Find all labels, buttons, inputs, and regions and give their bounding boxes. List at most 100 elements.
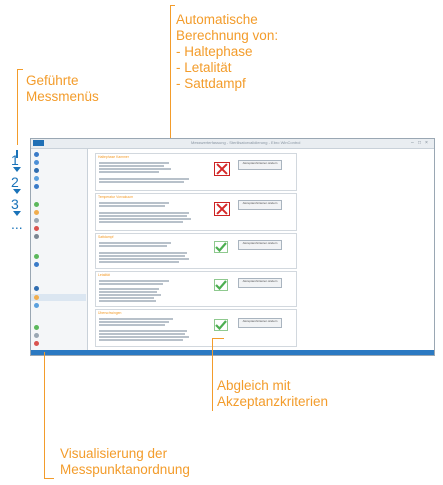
sidebar-item[interactable] bbox=[34, 234, 41, 240]
sidebar-icon bbox=[34, 262, 39, 267]
sidebar-icon bbox=[34, 218, 39, 223]
sidebar-item[interactable] bbox=[34, 286, 41, 292]
result-card: Überschwingen Akzeptanzkriterien ändern bbox=[95, 309, 297, 347]
text-line bbox=[99, 212, 189, 214]
acceptance-criteria-button[interactable]: Akzeptanzkriterien ändern bbox=[238, 318, 282, 328]
calc-callout: Automatische Berechnung von: - Haltephas… bbox=[176, 12, 278, 92]
pass-check-icon bbox=[214, 279, 228, 291]
sidebar-icon bbox=[34, 226, 39, 231]
result-card: Haltephase Kammer Akzeptanzkriterien änd… bbox=[95, 153, 297, 191]
visual-line-1: Visualisierung der bbox=[60, 446, 168, 461]
sidebar-item[interactable] bbox=[34, 262, 41, 268]
step-2: 2 bbox=[11, 174, 19, 190]
sidebar-icon bbox=[34, 176, 39, 181]
acceptance-criteria-button[interactable]: Akzeptanzkriterien ändern bbox=[238, 200, 282, 210]
text-line bbox=[99, 300, 156, 302]
text-line bbox=[99, 255, 185, 257]
calc-line-4: - Letalität bbox=[176, 60, 232, 75]
sidebar-icon bbox=[34, 168, 39, 173]
accept-line-2: Akzeptanzkriterien bbox=[217, 394, 329, 409]
text-line bbox=[99, 291, 157, 293]
sidebar-item[interactable] bbox=[34, 218, 41, 224]
sidebar-item[interactable] bbox=[34, 176, 41, 182]
sidebar-item[interactable] bbox=[34, 168, 41, 174]
text-line bbox=[99, 162, 169, 164]
text-line bbox=[99, 324, 165, 326]
sidebar-item[interactable] bbox=[34, 152, 41, 158]
acceptance-criteria-button[interactable]: Akzeptanzkriterien ändern bbox=[238, 240, 282, 250]
pass-check-icon bbox=[214, 241, 228, 253]
minimize-icon[interactable]: – bbox=[411, 140, 414, 146]
fail-icon bbox=[214, 202, 230, 216]
accept-line-1: Abgleich mit bbox=[217, 378, 291, 393]
sidebar-item[interactable] bbox=[34, 202, 41, 208]
pass-check-icon bbox=[214, 319, 228, 331]
text-line bbox=[99, 280, 169, 282]
step-3: 3 bbox=[11, 196, 19, 212]
card-header: Temperatur Vorvakuum bbox=[98, 195, 134, 199]
text-line bbox=[99, 333, 185, 335]
calc-line-3: - Haltephase bbox=[176, 44, 253, 59]
sidebar-item[interactable] bbox=[34, 295, 41, 301]
text-line bbox=[99, 245, 167, 247]
sidebar-icon bbox=[34, 202, 39, 207]
text-line bbox=[99, 181, 184, 183]
menus-line-2: Messmenüs bbox=[26, 89, 99, 104]
text-line bbox=[99, 294, 161, 296]
text-line bbox=[99, 168, 171, 170]
step-more: ... bbox=[11, 216, 23, 232]
sidebar-icon bbox=[34, 286, 39, 291]
app-window: Messwerterfassung - Sterilisatorvalidier… bbox=[30, 138, 435, 356]
sidebar-item[interactable] bbox=[34, 333, 41, 339]
text-line bbox=[99, 178, 189, 180]
menus-callout-line bbox=[17, 69, 18, 145]
sidebar-icon bbox=[34, 333, 39, 338]
text-line bbox=[99, 283, 163, 285]
calc-line-2: Berechnung von: bbox=[176, 28, 279, 43]
results-panel: Haltephase Kammer Akzeptanzkriterien änd… bbox=[91, 151, 431, 347]
fail-icon bbox=[214, 162, 230, 176]
sidebar-icon bbox=[34, 341, 39, 346]
sidebar-item[interactable] bbox=[34, 254, 41, 260]
title-bar: Messwerterfassung - Sterilisatorvalidier… bbox=[31, 139, 434, 149]
sidebar-item[interactable] bbox=[34, 226, 41, 232]
sidebar-item[interactable] bbox=[34, 325, 41, 331]
text-line bbox=[99, 339, 183, 341]
maximize-icon[interactable]: □ bbox=[418, 140, 421, 146]
step-1: 1 bbox=[11, 152, 19, 168]
step-arrow-icon bbox=[13, 167, 21, 172]
sidebar bbox=[31, 149, 88, 352]
sidebar-icon bbox=[34, 184, 39, 189]
acceptance-criteria-button[interactable]: Akzeptanzkriterien ändern bbox=[238, 278, 282, 288]
sidebar-item[interactable] bbox=[34, 303, 41, 309]
text-line bbox=[99, 318, 173, 320]
text-line bbox=[99, 242, 171, 244]
acceptance-criteria-button[interactable]: Akzeptanzkriterien ändern bbox=[238, 160, 282, 170]
text-line bbox=[99, 252, 187, 254]
card-header: Überschwingen bbox=[98, 311, 122, 315]
sidebar-item[interactable] bbox=[34, 341, 41, 347]
result-card: Temperatur Vorvakuum Akzeptanzkriterien … bbox=[95, 193, 297, 231]
text-line bbox=[99, 218, 191, 220]
text-line bbox=[99, 330, 187, 332]
text-line bbox=[99, 297, 154, 299]
sidebar-icon bbox=[34, 325, 39, 330]
result-card: Sattdampf Akzeptanzkriterien ändern bbox=[95, 233, 297, 269]
app-icon bbox=[33, 140, 44, 146]
sidebar-icon bbox=[34, 295, 39, 300]
visual-callout-tick bbox=[44, 478, 54, 479]
accept-callout: Abgleich mit Akzeptanzkriterien bbox=[217, 378, 328, 410]
text-line bbox=[99, 221, 183, 223]
calc-callout-tick bbox=[170, 5, 175, 6]
sidebar-icon bbox=[34, 152, 39, 157]
text-line bbox=[99, 321, 169, 323]
close-icon[interactable]: × bbox=[425, 140, 428, 146]
calc-line-1: Automatische bbox=[176, 12, 258, 27]
text-line bbox=[99, 261, 179, 263]
sidebar-item[interactable] bbox=[34, 184, 41, 190]
menus-callout-tick bbox=[17, 69, 23, 70]
text-line bbox=[99, 288, 159, 290]
sidebar-icon bbox=[34, 160, 39, 165]
sidebar-item[interactable] bbox=[34, 160, 41, 166]
sidebar-item[interactable] bbox=[34, 210, 41, 216]
